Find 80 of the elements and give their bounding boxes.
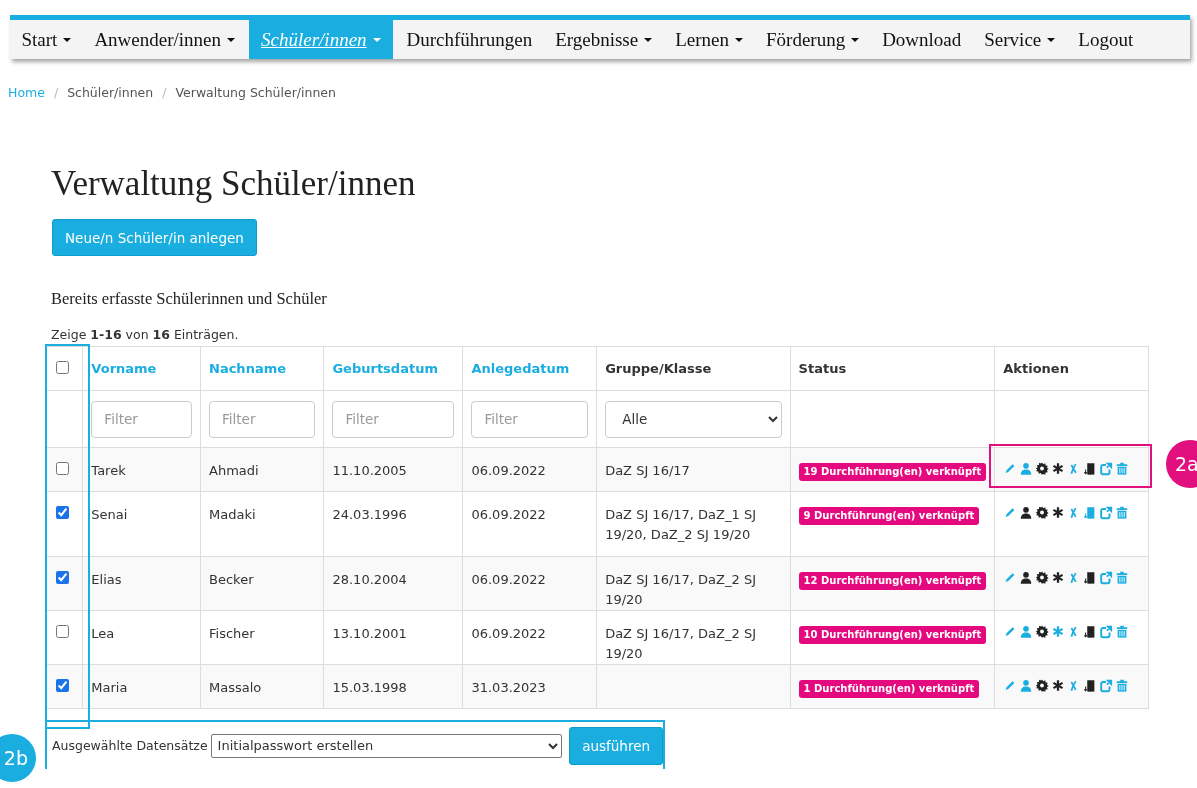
table-cell: Ahmadi [209, 463, 259, 478]
column-header: Status [798, 361, 847, 376]
table-cell: 31.03.2023 [471, 680, 546, 695]
gear-icon[interactable] [1035, 505, 1050, 520]
nav-item[interactable]: Ergebnisse [546, 20, 662, 59]
status-badge: 1 Durchführung(en) verknüpft [798, 680, 980, 698]
table-cell: DaZ SJ 16/17, DaZ_1 SJ 19/20, DaZ_2 SJ 19/20 [605, 507, 756, 542]
gear-icon[interactable] [1035, 570, 1050, 585]
gear-icon[interactable] [1035, 624, 1050, 639]
gear-icon[interactable] [1035, 678, 1050, 693]
asterisk-icon[interactable] [1051, 570, 1066, 585]
table-cell: Tarek [91, 463, 126, 478]
breadcrumb-separator: / [53, 85, 59, 100]
annotation-marker: 2b [0, 734, 36, 782]
gear-icon[interactable] [1035, 461, 1050, 476]
status-badge: 12 Durchführung(en) verknüpft [798, 572, 987, 590]
status-badge: 19 Durchführung(en) verknüpft [798, 463, 987, 481]
table-cell: 15.03.1998 [332, 680, 407, 695]
trash-icon[interactable] [1115, 570, 1130, 585]
table-cell: Maria [91, 680, 128, 695]
asterisk-icon[interactable] [1051, 678, 1066, 693]
table-cell: 13.10.2001 [332, 626, 407, 641]
nav-item[interactable]: Start [12, 20, 81, 59]
trash-icon[interactable] [1115, 678, 1130, 693]
row-checkbox[interactable] [56, 625, 69, 638]
nav-item[interactable]: Durchführungen [397, 20, 542, 59]
table-cell: Massalo [209, 680, 262, 695]
table-cell: Becker [209, 572, 254, 587]
entries-summary: Zeige 1-16 von 16 Einträgen. [51, 327, 240, 342]
nav-item[interactable]: Service [975, 20, 1065, 59]
table-cell: Madaki [209, 507, 256, 522]
nav-item[interactable]: Lernen [666, 20, 752, 59]
annotation-marker: 2a [1166, 440, 1197, 488]
breadcrumb-item: Schüler/innen [67, 85, 154, 100]
status-badge: 9 Durchführung(en) verknüpft [798, 507, 980, 525]
page-title: Verwaltung Schüler/innen [51, 166, 417, 201]
row-checkbox[interactable] [56, 462, 69, 475]
table-cell: Lea [91, 626, 115, 641]
trash-icon[interactable] [1115, 461, 1130, 476]
user-icon[interactable] [1019, 570, 1034, 585]
table-cell: Fischer [209, 626, 255, 641]
table-cell: 06.09.2022 [471, 463, 546, 478]
breadcrumb-item: Verwaltung Schüler/innen [175, 85, 336, 100]
table-cell: 24.03.1996 [332, 507, 407, 522]
table-cell: 06.09.2022 [471, 572, 546, 587]
table-cell: 11.10.2005 [332, 463, 407, 478]
asterisk-icon[interactable] [1051, 505, 1066, 520]
section-title: Bereits erfasste Schülerinnen und Schüler [51, 289, 328, 309]
bulk-action-label: Ausgewählte Datensätze [52, 738, 208, 753]
trash-icon[interactable] [1115, 624, 1130, 639]
nav-item[interactable]: Förderung [757, 20, 869, 59]
row-checkbox[interactable] [56, 506, 69, 519]
filter-field[interactable]: Filter [332, 400, 455, 438]
column-header: Gruppe/Klasse [605, 361, 712, 376]
table-cell: DaZ SJ 16/17, DaZ_2 SJ 19/20 [605, 572, 756, 607]
row-checkbox[interactable] [56, 571, 69, 584]
user-icon[interactable] [1019, 505, 1034, 520]
table-cell: Senai [91, 507, 128, 522]
column-header: Aktionen [1003, 361, 1069, 376]
select-all-checkbox[interactable] [56, 360, 69, 374]
row-checkbox[interactable] [56, 679, 69, 692]
table-cell: Elias [91, 572, 122, 587]
share-icon[interactable] [1099, 505, 1114, 520]
table-cell: 06.09.2022 [471, 626, 546, 641]
table-cell: DaZ SJ 16/17 [605, 463, 690, 478]
group-filter-dropdown[interactable]: Alle [605, 400, 782, 438]
table-cell: DaZ SJ 16/17, DaZ_2 SJ 19/20 [605, 626, 756, 661]
bulk-action-dropdown[interactable]: Initialpasswort erstellen [210, 733, 563, 758]
filter-field[interactable]: Filter [471, 400, 589, 438]
nav-item[interactable]: Download [873, 20, 971, 59]
trash-icon[interactable] [1115, 505, 1130, 520]
status-badge: 10 Durchführung(en) verknüpft [798, 626, 987, 644]
table-cell: 06.09.2022 [471, 507, 546, 522]
nav-item[interactable]: Anwender/innen [85, 20, 245, 59]
table-cell: 28.10.2004 [332, 572, 407, 587]
breadcrumb-separator: / [162, 85, 167, 100]
asterisk-icon[interactable] [1051, 461, 1066, 476]
filter-field[interactable]: Filter [209, 400, 316, 438]
filter-field[interactable]: Filter [91, 400, 192, 438]
nav-item[interactable]: Logout [1069, 20, 1143, 59]
